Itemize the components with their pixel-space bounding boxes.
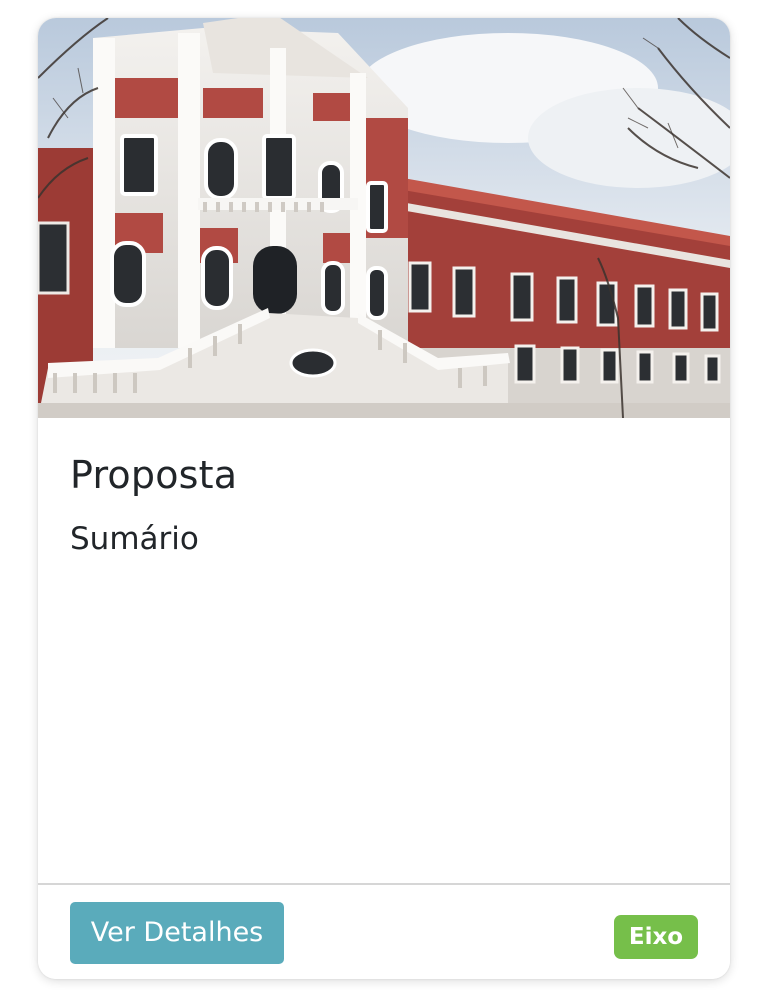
card-footer: Ver Detalhes Eixo <box>38 883 730 979</box>
card-summary: Sumário <box>70 521 199 557</box>
card-image <box>38 18 730 418</box>
axis-badge: Eixo <box>614 915 698 959</box>
proposal-card: Proposta Sumário Ver Detalhes Eixo <box>38 18 730 979</box>
view-details-button[interactable]: Ver Detalhes <box>70 902 284 964</box>
card-body: Proposta Sumário <box>70 452 698 558</box>
card-title: Proposta <box>70 453 238 497</box>
